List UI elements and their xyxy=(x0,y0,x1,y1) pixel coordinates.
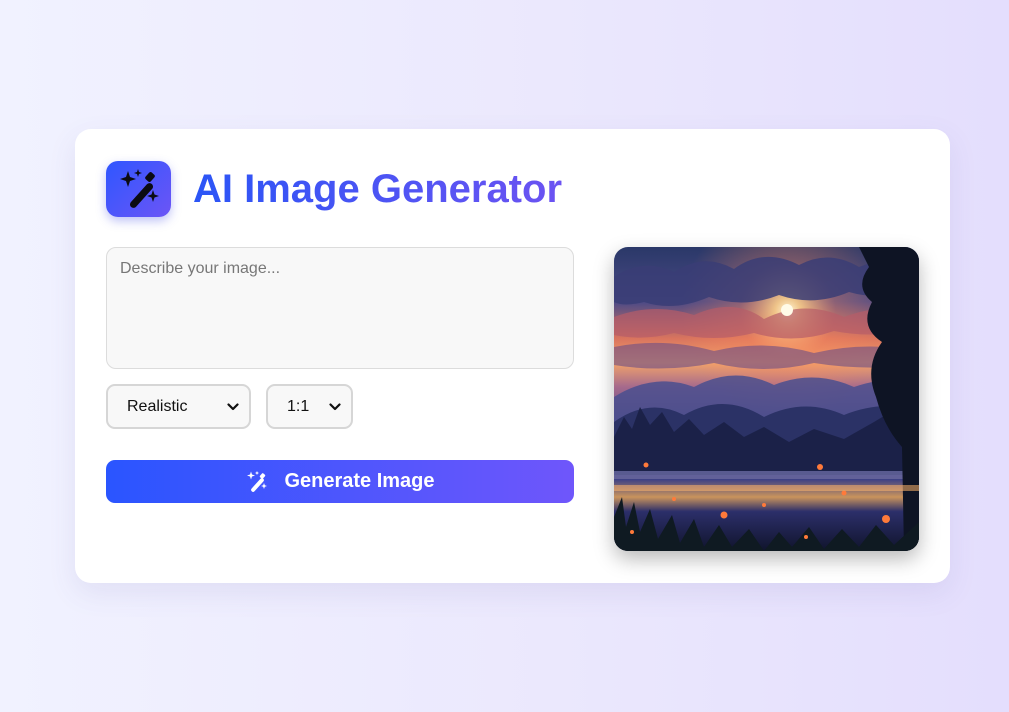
app-logo xyxy=(106,161,171,217)
prompt-input[interactable] xyxy=(106,247,574,369)
header: AI Image Generator xyxy=(106,161,562,217)
chevron-down-icon xyxy=(329,401,341,413)
style-select[interactable]: Realistic xyxy=(106,384,251,429)
ratio-select[interactable]: 1:1 xyxy=(266,384,353,429)
page-title: AI Image Generator xyxy=(193,161,562,217)
generated-image-preview xyxy=(614,247,919,551)
magic-wand-icon xyxy=(116,166,162,213)
generator-card: AI Image Generator Realistic 1:1 Generat… xyxy=(75,129,950,583)
generate-button-label: Generate Image xyxy=(284,470,435,492)
magic-wand-icon xyxy=(245,469,271,495)
style-select-value: Realistic xyxy=(127,397,188,415)
ratio-select-value: 1:1 xyxy=(287,397,310,415)
generate-button[interactable]: Generate Image xyxy=(106,460,574,503)
chevron-down-icon xyxy=(227,401,239,413)
